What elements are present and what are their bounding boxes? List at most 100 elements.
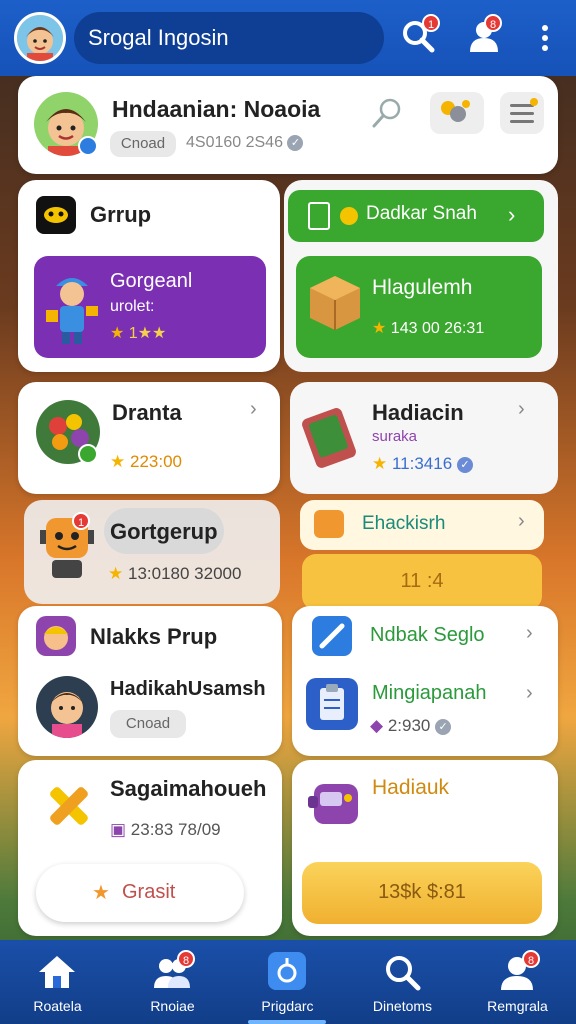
robot-badge: 1 xyxy=(72,512,90,530)
hlagulemh-title: Hlagulemh xyxy=(372,276,473,299)
nav-home[interactable]: Roatela xyxy=(0,940,115,1024)
tools-icon xyxy=(50,787,88,825)
nlakks-user-name: HadikahUsamsh xyxy=(110,678,266,700)
character-illustration xyxy=(42,266,102,346)
group-icon xyxy=(44,207,68,223)
profile-button[interactable]: 8 xyxy=(466,14,506,58)
nlakks-title: Nlakks Prup xyxy=(90,624,218,649)
check-icon: ✓ xyxy=(435,718,452,735)
hadiauk-illustration xyxy=(306,776,362,830)
package-icon xyxy=(310,276,360,330)
star-icon: ★ xyxy=(372,320,387,337)
mingiapanah-meta: ◆ 2:930 ✓ xyxy=(370,716,452,736)
worker-character-icon xyxy=(46,278,98,344)
ehackisrh-button[interactable]: Ehackisrh › xyxy=(300,500,544,550)
pencil-icon xyxy=(319,623,345,649)
mingiapanah-title[interactable]: Mingiapanah xyxy=(372,682,487,705)
promo-subtitle: urolet: xyxy=(110,298,155,315)
profile-badge: 8 xyxy=(484,14,502,32)
puzzle-icon xyxy=(277,958,297,983)
nav-friends[interactable]: 8 Rnoiae xyxy=(115,940,230,1024)
nav-profile-label: Remgrala xyxy=(487,998,548,1014)
phone-icon xyxy=(302,408,356,468)
grup-icon xyxy=(36,196,76,234)
search-button[interactable]: 1 xyxy=(400,14,440,58)
sagaimahoueh-title: Sagaimahoueh xyxy=(110,776,267,801)
verified-badge-icon xyxy=(78,136,98,156)
hadiauk-button-label: 13$k $:81 xyxy=(378,881,466,903)
dranta-meta: ★ 223:00 xyxy=(110,452,182,472)
grup-title: Grrup xyxy=(90,202,152,227)
gamepad-icon xyxy=(308,784,358,824)
gem-icon: ◆ xyxy=(370,716,384,735)
ndbak-title[interactable]: Ndbak Seglo xyxy=(370,624,485,647)
grasit-button[interactable]: ★ Grasit xyxy=(36,864,244,922)
ndbak-icon xyxy=(312,616,352,656)
clipboard-icon xyxy=(320,684,344,720)
nlakks-icon xyxy=(36,616,76,656)
more-menu-button[interactable] xyxy=(536,22,554,54)
mingiapanah-value: 2:930 xyxy=(387,716,431,735)
user-avatar[interactable] xyxy=(14,12,66,64)
nav-search-label: Dinetoms xyxy=(372,998,433,1014)
ehackisrh-title: Ehackisrh xyxy=(362,513,446,534)
star-icon: ★ xyxy=(108,564,124,583)
robot-illustration: 1 xyxy=(36,508,98,586)
app-title-pill[interactable]: Srogal Ingosin xyxy=(74,12,384,64)
nav-center-icon-bg xyxy=(268,952,306,990)
tag-icon xyxy=(314,510,344,538)
gortgerup-meta: ★ 13:0180 32000 xyxy=(108,564,241,584)
grasit-label: Grasit xyxy=(122,881,176,903)
star-icon: ★ xyxy=(372,454,388,473)
document-icon xyxy=(308,202,330,230)
status-icon xyxy=(78,444,98,464)
star-icon: ★ xyxy=(110,325,125,342)
active-indicator xyxy=(248,1020,326,1024)
hlagulemh-meta: ★ 143 00 26:31 xyxy=(372,318,484,338)
hadiauk-title: Hadiauk xyxy=(372,776,450,799)
user-avatar-girl xyxy=(36,676,98,738)
dranta-title: Dranta xyxy=(112,400,182,425)
search-profile-button[interactable] xyxy=(370,96,404,130)
promo-rating-text: 1★★ xyxy=(128,325,167,342)
nav-search[interactable]: Dinetoms xyxy=(345,940,460,1024)
star-icon: ★ xyxy=(110,452,126,471)
rewards-icon xyxy=(441,100,470,122)
hamburger-icon xyxy=(510,98,538,123)
dadkar-snah-button[interactable]: Dadkar Snah › xyxy=(288,190,544,242)
hadiacin-meta: ★ 11:3416 ✓ xyxy=(372,454,473,474)
nav-friends-label: Rnoiae xyxy=(150,998,195,1014)
nlakks-chip: Cnoad xyxy=(110,710,186,738)
rewards-button[interactable] xyxy=(430,92,484,134)
gortgerup-value: 13:0180 32000 xyxy=(127,564,242,583)
dadkar-snah-label: Dadkar Snah xyxy=(366,203,477,224)
chevron-right-icon: › xyxy=(250,398,257,420)
profile-name: Hndaanian: Noaoia xyxy=(112,96,321,122)
hadiacin-value: 11:3416 xyxy=(391,454,453,473)
chevron-right-icon: › xyxy=(508,202,516,227)
dranta-value: 223:00 xyxy=(129,452,182,471)
calendar-icon: ▣ xyxy=(110,820,127,839)
chevron-right-icon: › xyxy=(518,510,525,532)
box-illustration xyxy=(306,272,364,332)
sagaimahoueh-meta: ▣ 23:83 78/09 xyxy=(110,820,221,840)
chevron-right-icon[interactable]: › xyxy=(526,622,533,645)
hlagulemh-value: 143 00 26:31 xyxy=(390,320,485,337)
clipboard-icon-bg xyxy=(306,678,358,730)
nav-center-label: Prigdarc xyxy=(261,998,314,1014)
more-vertical-icon xyxy=(542,25,548,51)
nav-center[interactable]: Prigdarc xyxy=(230,940,345,1024)
chevron-right-icon[interactable]: › xyxy=(526,682,533,705)
profile-meta-text: 4S0160 2S46 xyxy=(186,134,283,151)
girl-avatar-illustration xyxy=(48,692,86,738)
search-icon xyxy=(386,956,421,991)
menu-button[interactable] xyxy=(500,92,544,134)
nav-profile[interactable]: 8 Remgrala xyxy=(460,940,575,1024)
ehackisrh-bar[interactable]: 11 :4 xyxy=(302,554,542,610)
hadiauk-button[interactable]: 13$k $:81 xyxy=(302,862,542,924)
check-icon: ✓ xyxy=(287,134,304,151)
profile-meta: 4S0160 2S46 ✓ xyxy=(186,134,304,152)
check-icon: ✓ xyxy=(456,456,473,473)
nav-friends-badge: 8 xyxy=(177,950,195,968)
nav-profile-badge: 8 xyxy=(522,950,540,968)
